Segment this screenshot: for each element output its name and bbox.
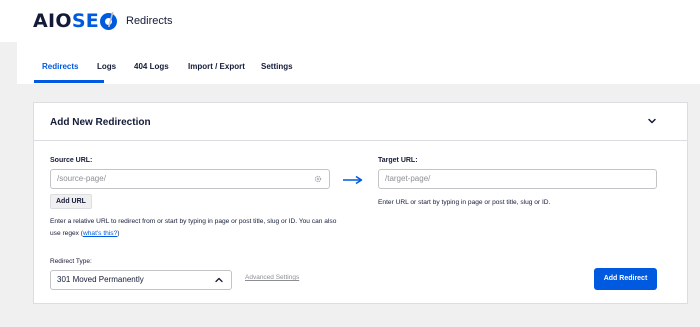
whats-this-link[interactable]: what's this? [83, 230, 117, 237]
tab-bar: Redirects Logs 404 Logs Import / Export … [17, 42, 700, 84]
tab-logs[interactable]: Logs [97, 62, 116, 71]
target-url-input[interactable]: /target-page/ [378, 169, 657, 189]
advanced-settings-link[interactable]: Advanced Settings [245, 274, 299, 281]
source-help-close: ) [117, 230, 120, 237]
redirect-type-value: 301 Moved Permanently [57, 275, 144, 284]
tab-import-export[interactable]: Import / Export [188, 62, 245, 71]
target-url-label: Target URL: [378, 157, 418, 164]
source-url-input[interactable]: /source-page/ [50, 169, 330, 189]
source-url-help: Enter a relative URL to redirect from or… [50, 216, 340, 240]
add-redirect-button[interactable]: Add Redirect [594, 268, 657, 290]
redirect-type-select[interactable]: 301 Moved Permanently [50, 270, 232, 290]
tab-404-logs[interactable]: 404 Logs [134, 62, 169, 71]
tab-redirects[interactable]: Redirects [42, 62, 78, 71]
arrow-right-icon [343, 175, 363, 185]
add-redirection-card: Add New Redirection Source URL: /source-… [33, 102, 688, 304]
chevron-down-icon[interactable] [647, 116, 657, 126]
logo-aio-text: AIO [33, 10, 72, 32]
source-url-placeholder: /source-page/ [57, 174, 106, 183]
source-url-label: Source URL: [50, 157, 93, 164]
target-url-placeholder: /target-page/ [385, 174, 431, 183]
redirect-type-label: Redirect Type: [50, 258, 92, 265]
logo-seo-text: SE [71, 10, 100, 32]
breadcrumb-separator: / [108, 10, 114, 32]
gear-icon[interactable] [314, 175, 322, 183]
breadcrumb-current: Redirects [126, 15, 173, 27]
add-url-button[interactable]: Add URL [50, 194, 92, 209]
tab-settings[interactable]: Settings [261, 62, 293, 71]
chevron-up-icon [215, 277, 223, 283]
card-title: Add New Redirection [50, 117, 151, 128]
card-header[interactable]: Add New Redirection [34, 103, 687, 141]
target-url-help: Enter URL or start by typing in page or … [378, 199, 551, 206]
active-tab-indicator [34, 80, 104, 83]
aioseo-logo[interactable]: AIO SE [33, 10, 118, 32]
top-header: AIO SE / Redirects [0, 0, 700, 42]
